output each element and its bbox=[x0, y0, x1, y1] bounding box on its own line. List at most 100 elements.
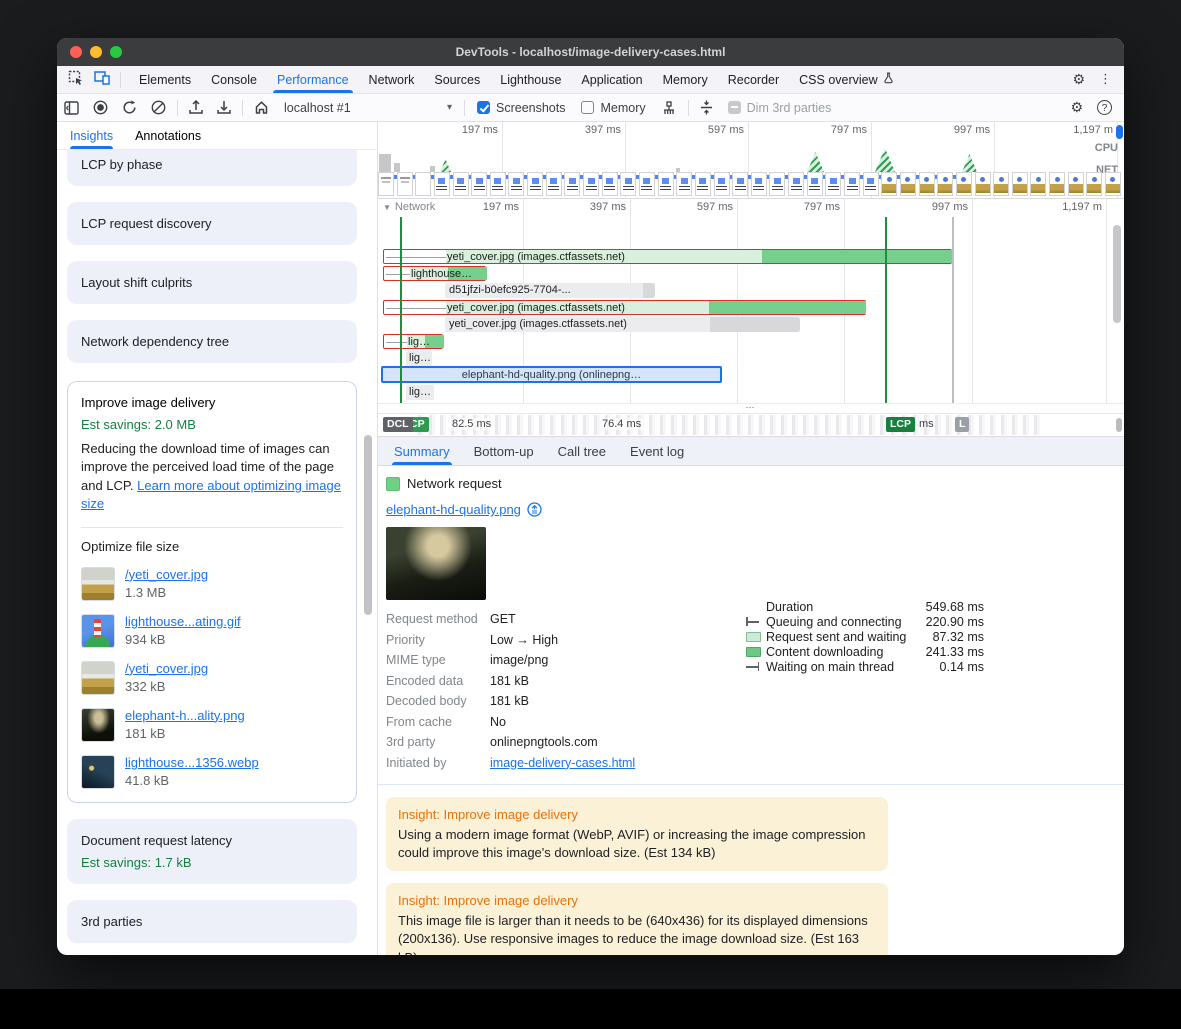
file-link[interactable]: lighthouse...ating.gif bbox=[125, 614, 241, 629]
track-resize-handle[interactable]: ⋯ bbox=[378, 403, 1124, 413]
screenshot-thumbnail[interactable] bbox=[993, 172, 1009, 196]
improve-image-delivery-card[interactable]: Improve image delivery Est savings: 2.0 … bbox=[67, 381, 357, 803]
file-link[interactable]: lighthouse...1356.webp bbox=[125, 755, 259, 770]
card-lcp-by-phase[interactable]: LCP by phase bbox=[67, 150, 357, 186]
dim-3rd-parties-row[interactable]: Dim 3rd parties bbox=[720, 101, 840, 115]
profile-select[interactable]: localhost #1 ▾ bbox=[276, 101, 460, 115]
settings-gear-icon[interactable]: ⚙ bbox=[1072, 73, 1085, 87]
network-request-bar[interactable]: lighthouse… bbox=[383, 266, 486, 281]
screenshot-thumbnail[interactable] bbox=[881, 172, 897, 196]
screenshot-thumbnail[interactable] bbox=[658, 172, 674, 196]
reveal-request-icon[interactable] bbox=[527, 502, 542, 517]
screenshot-thumbnail[interactable] bbox=[415, 172, 431, 196]
screenshot-thumbnail[interactable] bbox=[434, 172, 450, 196]
request-file-link[interactable]: elephant-hd-quality.png bbox=[386, 502, 521, 517]
tab-network[interactable]: Network bbox=[359, 66, 425, 93]
sidebar-scrollbar[interactable] bbox=[364, 435, 372, 615]
more-options-icon[interactable]: ⋮ bbox=[1099, 73, 1112, 86]
tab-recorder[interactable]: Recorder bbox=[718, 66, 789, 93]
network-request-row[interactable]: lig… bbox=[378, 351, 1124, 366]
load-marker[interactable]: L bbox=[955, 417, 969, 432]
toggle-sidebar-icon[interactable] bbox=[57, 101, 86, 115]
memory-checkbox[interactable] bbox=[581, 101, 594, 114]
screenshot-thumbnail[interactable] bbox=[1068, 172, 1084, 196]
network-request-row[interactable]: elephant-hd-quality.png (onlinepng… bbox=[378, 366, 1124, 381]
drawer-tab-bottom-up[interactable]: Bottom-up bbox=[462, 437, 546, 465]
screenshot-thumbnail[interactable] bbox=[1086, 172, 1102, 196]
screenshots-checkbox-row[interactable]: Screenshots bbox=[469, 101, 573, 115]
file-link[interactable]: /yeti_cover.jpg bbox=[125, 567, 208, 582]
screenshot-thumbnail[interactable] bbox=[602, 172, 618, 196]
record-button[interactable] bbox=[86, 100, 115, 115]
screenshot-thumbnail[interactable] bbox=[527, 172, 543, 196]
file-link[interactable]: elephant-h...ality.png bbox=[125, 708, 245, 723]
sidebar-tab-annotations[interactable]: Annotations bbox=[135, 122, 201, 149]
tab-performance[interactable]: Performance bbox=[267, 66, 359, 93]
capture-settings-gear-icon[interactable]: ⚙ bbox=[1070, 101, 1083, 115]
network-request-row[interactable]: lighthouse… bbox=[378, 266, 1124, 281]
device-toolbar-icon[interactable] bbox=[94, 71, 110, 88]
clear-button[interactable] bbox=[144, 100, 173, 115]
tab-lighthouse[interactable]: Lighthouse bbox=[490, 66, 571, 93]
network-track-header[interactable]: ▼ Network bbox=[383, 201, 435, 213]
network-request-row[interactable]: yeti_cover.jpg (images.ctfassets.net) bbox=[378, 249, 1124, 264]
screenshot-thumbnail[interactable] bbox=[508, 172, 524, 196]
screenshot-thumbnail[interactable] bbox=[956, 172, 972, 196]
inspect-element-icon[interactable] bbox=[68, 70, 84, 89]
screenshot-thumbnail[interactable] bbox=[490, 172, 506, 196]
reload-record-button[interactable] bbox=[115, 100, 144, 115]
network-request-bar[interactable]: yeti_cover.jpg (images.ctfassets.net) bbox=[445, 317, 800, 332]
screenshot-thumbnail[interactable] bbox=[807, 172, 823, 196]
screenshot-thumbnail[interactable] bbox=[378, 172, 394, 196]
screenshot-thumbnail[interactable] bbox=[1049, 172, 1065, 196]
network-request-bar[interactable]: d51jfzi-b0efc925-7704-... bbox=[445, 283, 655, 298]
network-request-row[interactable]: lig… bbox=[378, 334, 1124, 349]
screenshots-checkbox[interactable] bbox=[477, 101, 490, 114]
screenshot-thumbnail[interactable] bbox=[714, 172, 730, 196]
screenshot-thumbnail[interactable] bbox=[620, 172, 636, 196]
network-request-bar[interactable]: lig… bbox=[383, 334, 443, 349]
dcl-marker[interactable]: DCL bbox=[383, 417, 413, 432]
screenshot-thumbnail[interactable] bbox=[1012, 172, 1028, 196]
initiator-link[interactable]: image-delivery-cases.html bbox=[490, 756, 635, 770]
garbage-collect-icon[interactable] bbox=[654, 101, 684, 115]
tab-console[interactable]: Console bbox=[201, 66, 267, 93]
screenshot-thumbnail[interactable] bbox=[732, 172, 748, 196]
screenshot-thumbnail[interactable] bbox=[900, 172, 916, 196]
drawer-tab-summary[interactable]: Summary bbox=[382, 437, 462, 465]
screenshot-thumbnail[interactable] bbox=[1105, 172, 1121, 196]
screenshot-thumbnail[interactable] bbox=[639, 172, 655, 196]
overview-scroll-handle[interactable] bbox=[1116, 125, 1123, 139]
sidebar-tab-insights[interactable]: Insights bbox=[70, 122, 113, 149]
drawer-tab-call-tree[interactable]: Call tree bbox=[546, 437, 618, 465]
help-icon[interactable]: ? bbox=[1097, 100, 1112, 115]
screenshot-thumbnail[interactable] bbox=[695, 172, 711, 196]
memory-checkbox-row[interactable]: Memory bbox=[573, 101, 653, 115]
file-link[interactable]: /yeti_cover.jpg bbox=[125, 661, 208, 676]
screenshot-filmstrip[interactable] bbox=[378, 172, 1124, 198]
network-request-row[interactable]: yeti_cover.jpg (images.ctfassets.net) bbox=[378, 317, 1124, 332]
card-network-dependency-tree[interactable]: Network dependency tree bbox=[67, 320, 357, 363]
screenshot-thumbnail[interactable] bbox=[769, 172, 785, 196]
screenshot-thumbnail[interactable] bbox=[751, 172, 767, 196]
network-request-bar[interactable]: yeti_cover.jpg (images.ctfassets.net) bbox=[383, 300, 866, 315]
network-request-bar[interactable]: lig… bbox=[406, 351, 432, 366]
network-request-row[interactable]: yeti_cover.jpg (images.ctfassets.net) bbox=[378, 300, 1124, 315]
screenshot-thumbnail[interactable] bbox=[825, 172, 841, 196]
lcp-marker[interactable]: LCP bbox=[886, 417, 915, 432]
tab-memory[interactable]: Memory bbox=[653, 66, 718, 93]
screenshot-thumbnail[interactable] bbox=[546, 172, 562, 196]
network-request-row[interactable]: lig… bbox=[378, 385, 1124, 400]
screenshot-thumbnail[interactable] bbox=[844, 172, 860, 196]
screenshot-thumbnail[interactable] bbox=[863, 172, 879, 196]
card-lcp-request-discovery[interactable]: LCP request discovery bbox=[67, 202, 357, 245]
home-icon[interactable] bbox=[247, 100, 276, 115]
screenshot-thumbnail[interactable] bbox=[397, 172, 413, 196]
dim-3rd-parties-checkbox[interactable] bbox=[728, 101, 741, 114]
collapse-tracks-icon[interactable] bbox=[693, 100, 720, 115]
screenshot-thumbnail[interactable] bbox=[937, 172, 953, 196]
document-request-latency-card[interactable]: Document request latency Est savings: 1.… bbox=[67, 819, 357, 884]
network-request-bar[interactable]: yeti_cover.jpg (images.ctfassets.net) bbox=[383, 249, 952, 264]
screenshot-thumbnail[interactable] bbox=[975, 172, 991, 196]
screenshot-thumbnail[interactable] bbox=[453, 172, 469, 196]
